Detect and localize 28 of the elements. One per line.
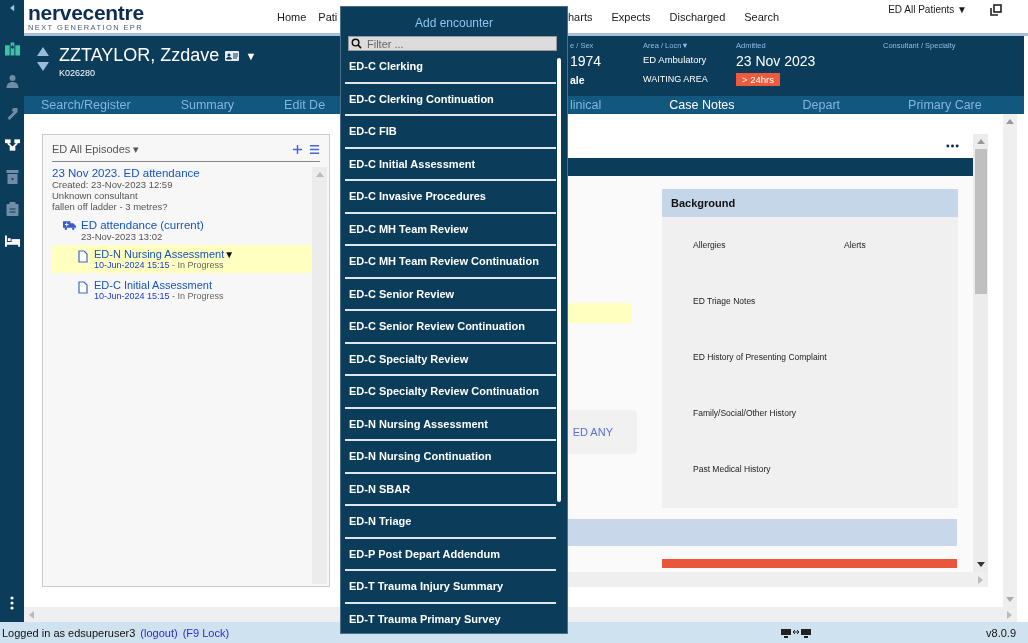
version-text: v8.0.9 xyxy=(986,626,1016,639)
menu-title: Add encounter xyxy=(413,16,495,30)
wait-time-badge: > 24hrs xyxy=(736,73,780,86)
document-status: - In Progress xyxy=(172,291,224,301)
field-label: Past Medical History xyxy=(693,464,772,476)
field-label: ED Triage Notes xyxy=(693,296,757,308)
episode-note: fallen off ladder - 3 metres? xyxy=(52,201,169,212)
patient-name: ZZTAYLOR, Zzdave xyxy=(59,45,220,66)
field-value: WAITING AREA xyxy=(643,74,709,84)
info-text: ED ANY xyxy=(572,426,613,438)
logged-in-text: Logged in as edsuperuser3 xyxy=(2,626,136,639)
patient-id: K026280 xyxy=(59,68,97,78)
episode-consultant: Unknown consultant xyxy=(52,190,139,201)
field-label: Allergies xyxy=(693,240,727,252)
field-value: 23 Nov 2023 xyxy=(736,53,817,69)
field-label: Family/Social/Other History xyxy=(693,408,797,420)
logo-wordmark: nervecentre xyxy=(28,1,145,23)
document-status: - In Progress xyxy=(172,260,224,270)
field-value: ale xyxy=(570,74,586,86)
episode-created: Created: 23-Nov-2023 12:59 xyxy=(52,179,174,190)
section-title: Background xyxy=(662,189,958,217)
encounter-date: 23-Nov-2023 13:02 xyxy=(80,231,164,242)
field-value: 1974 xyxy=(570,53,603,69)
document-date: 10-Jun-2024 15:15 xyxy=(94,260,170,270)
field-label: Alerts xyxy=(844,240,867,252)
document-date: 10-Jun-2024 15:15 xyxy=(94,291,170,301)
field-value: ED Ambulatory xyxy=(643,54,708,67)
field-label: ED History of Presenting Complaint xyxy=(693,352,828,364)
